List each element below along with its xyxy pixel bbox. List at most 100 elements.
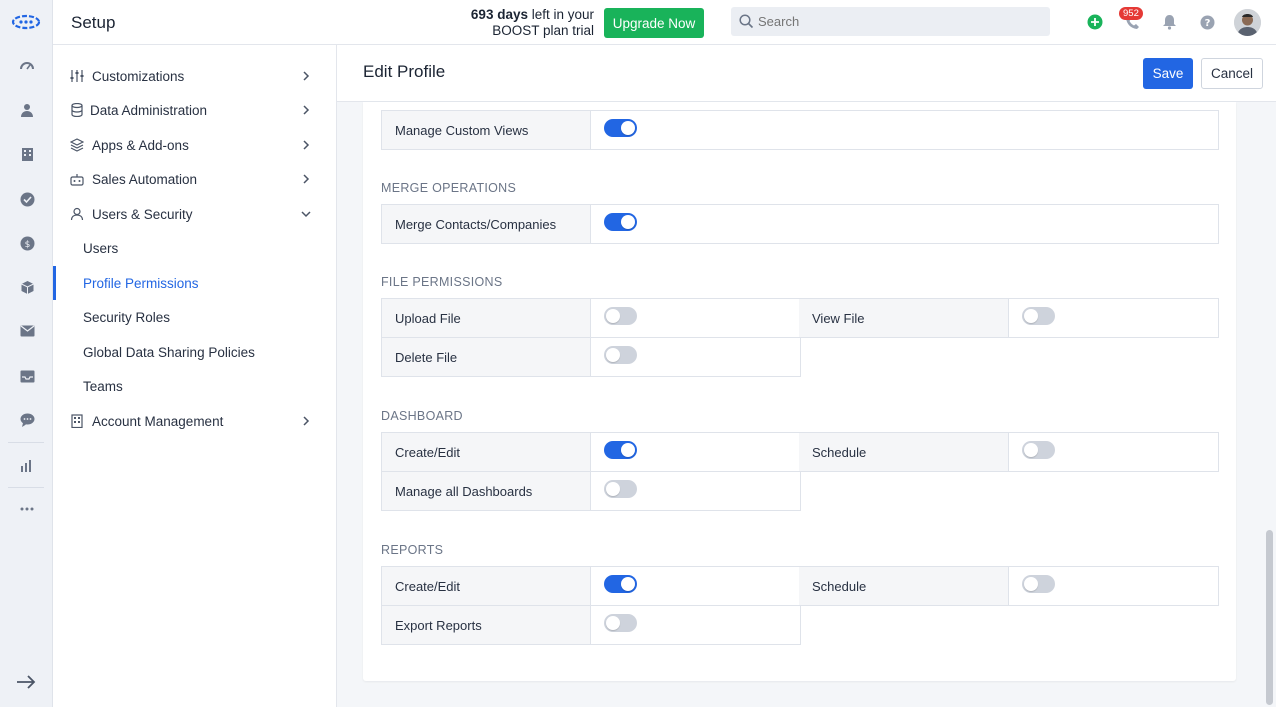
- permission-label: Create/Edit: [381, 432, 591, 472]
- permission-value: [591, 204, 1219, 244]
- notification-badge: 952: [1119, 7, 1143, 20]
- rail-divider: [8, 487, 44, 488]
- layers-icon: [69, 137, 85, 153]
- more-icon[interactable]: [17, 499, 37, 519]
- sidebar-item-apps-addons[interactable]: Apps & Add-ons: [53, 128, 336, 162]
- sidebar-subitem-security-roles[interactable]: Security Roles: [53, 300, 336, 334]
- export-reports-toggle[interactable]: [604, 614, 637, 632]
- scrollbar[interactable]: [1266, 530, 1273, 705]
- permission-label: Manage all Dashboards: [381, 471, 591, 511]
- chevron-right-icon: [300, 173, 312, 185]
- dashboard-icon[interactable]: [17, 56, 37, 76]
- permission-value: [591, 110, 1219, 150]
- sidebar-subitem-users[interactable]: Users: [53, 231, 336, 265]
- companies-icon[interactable]: [17, 144, 37, 164]
- reports-icon[interactable]: [17, 455, 37, 475]
- sidebar-item-account-management[interactable]: Account Management: [53, 404, 336, 438]
- permission-value: [591, 298, 801, 338]
- tasks-icon[interactable]: [17, 189, 37, 209]
- permission-value: [1009, 298, 1219, 338]
- sidebar-item-label: Sales Automation: [92, 171, 198, 187]
- cancel-button[interactable]: Cancel: [1201, 58, 1263, 89]
- bell-icon[interactable]: [1160, 13, 1178, 31]
- deals-icon[interactable]: $: [17, 233, 37, 253]
- chat-icon[interactable]: [17, 410, 37, 430]
- permission-label: Schedule: [799, 432, 1009, 472]
- chevron-right-icon: [300, 139, 312, 151]
- products-icon[interactable]: [17, 277, 37, 297]
- permission-value: [1009, 566, 1219, 606]
- sidebar-subitem-label: Users: [83, 240, 119, 256]
- dashboard-schedule-toggle[interactable]: [1022, 441, 1055, 459]
- sidebar-subitem-global-data-sharing[interactable]: Global Data Sharing Policies: [53, 335, 336, 369]
- avatar[interactable]: [1234, 9, 1261, 36]
- page-title: Setup: [71, 13, 116, 32]
- permission-value: [591, 471, 801, 511]
- sidebar-item-data-administration[interactable]: Data Administration: [53, 93, 336, 127]
- sliders-icon: [69, 68, 85, 84]
- delete-file-toggle[interactable]: [604, 346, 637, 364]
- permission-value: [591, 337, 801, 377]
- top-header: Setup 693 days left in your BOOST plan t…: [53, 0, 1276, 45]
- rail-divider: [8, 442, 44, 443]
- svg-text:$: $: [24, 240, 30, 250]
- add-icon[interactable]: [1086, 13, 1104, 31]
- app-rail: $: [0, 0, 53, 707]
- edit-profile-title: Edit Profile: [363, 62, 446, 81]
- sidebar-subitem-teams[interactable]: Teams: [53, 369, 336, 403]
- user-icon: [69, 206, 85, 222]
- merge-contacts-toggle[interactable]: [604, 213, 637, 231]
- permission-label: Manage Custom Views: [381, 110, 591, 150]
- sidebar-item-customizations[interactable]: Customizations: [53, 59, 336, 93]
- contacts-icon[interactable]: [17, 100, 37, 120]
- save-button[interactable]: Save: [1143, 58, 1193, 89]
- inbox-icon[interactable]: [17, 366, 37, 386]
- permission-label: Delete File: [381, 337, 591, 377]
- sidebar-item-label: Users & Security: [92, 206, 193, 222]
- manage-custom-views-toggle[interactable]: [604, 119, 637, 137]
- permission-label: Schedule: [799, 566, 1009, 606]
- permission-label: View File: [799, 298, 1009, 338]
- search-box[interactable]: [731, 7, 1050, 36]
- mail-icon[interactable]: [17, 321, 37, 341]
- search-icon: [739, 14, 754, 29]
- setup-sidebar: Customizations Data Administration Apps …: [53, 45, 337, 707]
- section-title-reports: REPORTS: [381, 543, 444, 557]
- sidebar-subitem-label: Global Data Sharing Policies: [83, 344, 255, 360]
- chevron-down-icon: [300, 208, 312, 220]
- manage-all-dashboards-toggle[interactable]: [604, 480, 637, 498]
- reports-create-edit-toggle[interactable]: [604, 575, 637, 593]
- sidebar-item-label: Data Administration: [90, 102, 208, 118]
- permission-label: Create/Edit: [381, 566, 591, 606]
- reports-schedule-toggle[interactable]: [1022, 575, 1055, 593]
- app-logo-icon[interactable]: [11, 13, 41, 31]
- section-title-file: FILE PERMISSIONS: [381, 275, 503, 289]
- help-icon[interactable]: ?: [1198, 13, 1216, 31]
- sidebar-item-label: Apps & Add-ons: [92, 137, 189, 153]
- sidebar-subitem-label: Teams: [83, 378, 123, 394]
- edit-profile-header: Edit Profile Save Cancel: [337, 45, 1276, 102]
- permission-label: Upload File: [381, 298, 591, 338]
- building-icon: [69, 413, 85, 429]
- sidebar-subitem-profile-permissions[interactable]: Profile Permissions: [53, 266, 336, 300]
- permission-value: [1009, 432, 1219, 472]
- search-input[interactable]: [758, 7, 1038, 36]
- trial-text: left in your: [527, 7, 594, 22]
- database-icon: [69, 102, 85, 118]
- permission-value: [591, 605, 801, 645]
- robot-icon: [69, 171, 85, 187]
- sidebar-item-users-security[interactable]: Users & Security: [53, 197, 336, 231]
- sidebar-subitem-label: Profile Permissions: [83, 275, 199, 291]
- trial-plan-text: BOOST plan trial: [492, 23, 594, 38]
- permission-label: Merge Contacts/Companies: [381, 204, 591, 244]
- svg-text:?: ?: [1204, 18, 1210, 29]
- upgrade-now-button[interactable]: Upgrade Now: [604, 8, 704, 38]
- view-file-toggle[interactable]: [1022, 307, 1055, 325]
- sidebar-item-sales-automation[interactable]: Sales Automation: [53, 162, 336, 196]
- permission-value: [591, 432, 801, 472]
- chevron-right-icon: [300, 70, 312, 82]
- upload-file-toggle[interactable]: [604, 307, 637, 325]
- section-title-merge: MERGE OPERATIONS: [381, 181, 517, 195]
- dashboard-create-edit-toggle[interactable]: [604, 441, 637, 459]
- expand-arrow-icon[interactable]: [15, 672, 37, 692]
